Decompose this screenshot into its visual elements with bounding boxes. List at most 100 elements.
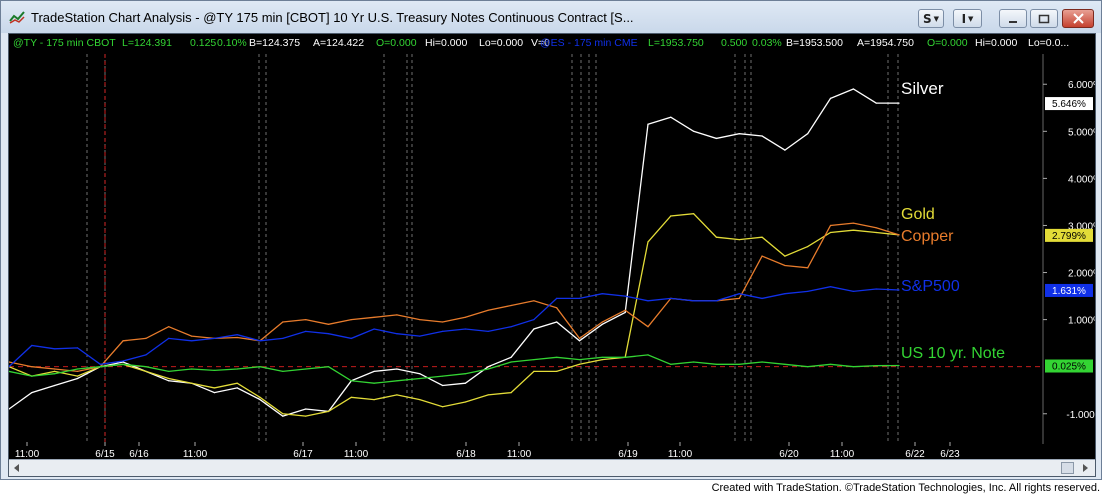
data-point-gold [533, 370, 535, 372]
copyright-text: Created with TradeStation. ©TradeStation… [711, 482, 1100, 494]
tradestation-app-icon [9, 11, 25, 24]
data-point-gold [875, 231, 877, 234]
chart-window: TradeStation Chart Analysis - @TY 175 mi… [0, 0, 1102, 480]
close-button[interactable] [1062, 9, 1094, 28]
y-tick-label: 6.000% [1068, 80, 1095, 91]
x-tick-label: 11:00 [668, 449, 693, 459]
scroll-left-arrow-icon[interactable] [11, 462, 23, 474]
objects-menu-button[interactable]: I ▼ [953, 9, 982, 28]
data-point-silver [852, 88, 855, 90]
data-point-note [442, 375, 444, 377]
data-point-silver [647, 123, 649, 125]
data-point-gold [191, 382, 193, 384]
data-point-gold [601, 359, 603, 361]
data-point-note [533, 359, 535, 361]
data-point-sp500 [350, 337, 352, 339]
data-point-silver [236, 387, 238, 389]
data-point-gold [305, 415, 307, 417]
data-point-gold [259, 396, 261, 398]
data-point-note [282, 370, 284, 372]
x-tick-label: 11:00 [183, 449, 208, 459]
y-tick-label: 5.000% [1068, 127, 1095, 138]
last-value-label-gold: 2.799% [1052, 231, 1086, 242]
last-value-label-note: 0.025% [1052, 362, 1086, 373]
data-point-copper [236, 336, 238, 339]
series-label-silver: Silver [901, 79, 944, 98]
data-point-silver [442, 384, 444, 387]
data-point-sp500 [99, 363, 101, 365]
data-point-note [191, 368, 193, 370]
status-high-es: Hi=0.000 [975, 37, 1017, 49]
data-point-copper [738, 297, 740, 299]
status-bid-ty: B=124.375 [249, 37, 300, 49]
price-chart[interactable]: @TY - 175 min CBOT L=124.391 0.125 0.10% B=1… [9, 34, 1095, 459]
status-last-es: L=1953.750 [648, 37, 704, 49]
data-point-silver [784, 149, 786, 151]
data-point-silver [305, 408, 307, 410]
data-point-copper [647, 326, 649, 328]
data-point-note [122, 363, 124, 365]
data-point-silver [464, 382, 466, 384]
chart-area[interactable]: @TY - 175 min CBOT L=124.391 0.125 0.10% B=1… [8, 33, 1096, 477]
data-point-silver [31, 392, 33, 394]
scroll-right-arrow-icon[interactable] [1079, 462, 1091, 474]
data-point-note [784, 363, 786, 365]
minimize-button[interactable] [999, 9, 1027, 28]
data-point-silver [510, 356, 512, 358]
data-point-silver [419, 373, 421, 375]
data-point-note [624, 356, 626, 358]
data-point-note [327, 366, 330, 368]
data-point-sp500 [305, 330, 307, 332]
data-point-gold [556, 370, 558, 372]
data-point-copper [556, 307, 558, 309]
horizontal-scrollbar[interactable] [9, 459, 1095, 476]
data-point-copper [282, 321, 284, 323]
data-point-silver [54, 384, 56, 387]
data-point-note [168, 370, 170, 372]
data-point-sp500 [875, 288, 877, 290]
data-point-note [898, 364, 900, 367]
series-label-gold: Gold [901, 206, 935, 223]
status-open-es: O=0.000 [927, 37, 968, 49]
data-point-note [715, 363, 718, 365]
data-point-gold [807, 246, 809, 248]
minimize-icon [1009, 20, 1017, 23]
data-point-copper [327, 323, 330, 325]
data-point-silver [738, 133, 740, 135]
status-percent-es: 0.03% [752, 37, 782, 49]
data-point-gold [693, 213, 695, 215]
data-point-silver [76, 377, 79, 380]
x-tick-label: 6/16 [129, 449, 149, 459]
objects-button-label: I [961, 11, 967, 26]
data-point-note [578, 359, 581, 361]
data-point-silver [829, 97, 832, 99]
scrollbar-thumb[interactable] [1061, 462, 1074, 474]
data-point-copper [829, 224, 832, 227]
last-value-label-silver: 5.646% [1052, 99, 1086, 110]
data-point-note [829, 363, 832, 365]
data-point-gold [738, 239, 740, 241]
data-point-silver [396, 368, 398, 370]
data-point-note [738, 363, 740, 365]
data-point-sp500 [145, 354, 147, 356]
maximize-button[interactable] [1030, 9, 1058, 28]
data-point-note [350, 380, 352, 382]
dropdown-arrow-icon: ▼ [968, 14, 974, 23]
data-point-sp500 [259, 340, 261, 342]
status-last-ty: L=124.391 [122, 37, 172, 49]
data-point-note [31, 375, 33, 377]
title-bar[interactable]: TradeStation Chart Analysis - @TY 175 mi… [1, 1, 1101, 33]
data-point-silver [715, 137, 718, 139]
data-point-note [305, 368, 307, 370]
data-point-copper [601, 321, 603, 323]
data-point-gold [670, 215, 672, 217]
window-title: TradeStation Chart Analysis - @TY 175 mi… [31, 10, 634, 25]
data-point-silver [875, 102, 877, 104]
data-point-gold [487, 394, 489, 396]
styles-menu-button[interactable]: S ▼ [918, 9, 944, 28]
data-point-copper [784, 264, 786, 267]
data-point-gold [145, 370, 147, 372]
data-point-copper [442, 321, 444, 323]
data-point-silver [533, 328, 535, 330]
data-point-gold [419, 399, 421, 401]
